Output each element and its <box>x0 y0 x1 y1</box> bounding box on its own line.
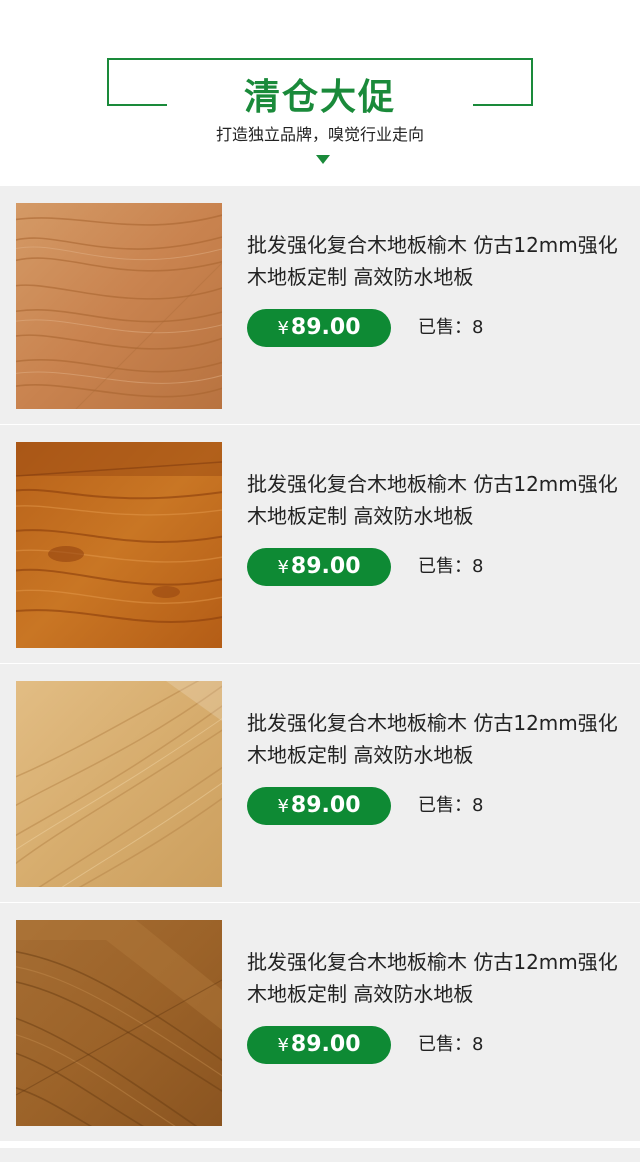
sold-value: 8 <box>472 1034 484 1055</box>
currency-symbol: ¥ <box>277 318 289 339</box>
product-name[interactable]: 批发强化复合木地板榆木 仿古12mm强化木地板定制 高效防水地板 <box>247 468 619 532</box>
price-value: 89.00 <box>290 1032 361 1057</box>
sold-count: 已售：8 <box>418 1030 483 1060</box>
section-subtitle: 打造独立品牌，嗅觉行业走向 <box>215 125 424 144</box>
product-card[interactable]: 批发强化复合木地板榆木 仿古12mm强化木地板定制 高效防水地板 ¥89.00 … <box>0 903 640 1141</box>
sold-label: 已售： <box>418 556 472 577</box>
sold-label: 已售： <box>418 317 472 338</box>
sold-value: 8 <box>472 795 484 816</box>
section-header: 清仓大促 打造独立品牌，嗅觉行业走向 <box>0 0 640 186</box>
product-image[interactable] <box>16 681 222 887</box>
sold-value: 8 <box>472 317 484 338</box>
currency-symbol: ¥ <box>277 1035 289 1056</box>
price-button[interactable]: ¥89.00 <box>247 309 391 347</box>
sold-value: 8 <box>472 556 484 577</box>
title-frame-top <box>107 58 533 60</box>
price-button[interactable]: ¥89.00 <box>247 1026 391 1064</box>
down-arrow-icon <box>316 155 330 164</box>
price-button[interactable]: ¥89.00 <box>247 787 391 825</box>
product-card[interactable]: 批发强化复合木地板榆木 仿古12mm强化木地板定制 高效防水地板 ¥89.00 … <box>0 425 640 663</box>
product-name[interactable]: 批发强化复合木地板榆木 仿古12mm强化木地板定制 高效防水地板 <box>247 707 619 771</box>
wood-floor-image-elm <box>16 442 222 648</box>
next-card-edge <box>0 1148 640 1162</box>
product-image[interactable] <box>16 442 222 648</box>
product-card[interactable]: 批发强化复合木地板榆木 仿古12mm强化木地板定制 高效防水地板 ¥89.00 … <box>0 186 640 424</box>
product-name[interactable]: 批发强化复合木地板榆木 仿古12mm强化木地板定制 高效防水地板 <box>247 946 619 1010</box>
sold-label: 已售： <box>418 1034 472 1055</box>
price-value: 89.00 <box>290 554 361 579</box>
section-title: 清仓大促 <box>243 77 396 118</box>
sold-label: 已售： <box>418 795 472 816</box>
wood-floor-image-dark-oak <box>16 920 222 1126</box>
currency-symbol: ¥ <box>277 796 289 817</box>
wood-floor-image-oak <box>16 203 222 409</box>
price-button[interactable]: ¥89.00 <box>247 548 391 586</box>
product-name[interactable]: 批发强化复合木地板榆木 仿古12mm强化木地板定制 高效防水地板 <box>247 229 619 293</box>
wood-floor-image-light-oak <box>16 681 222 887</box>
product-image[interactable] <box>16 920 222 1126</box>
price-value: 89.00 <box>290 793 361 818</box>
sold-count: 已售：8 <box>418 552 483 582</box>
sold-count: 已售：8 <box>418 313 483 343</box>
price-value: 89.00 <box>290 315 361 340</box>
product-image[interactable] <box>16 203 222 409</box>
currency-symbol: ¥ <box>277 557 289 578</box>
product-card[interactable]: 批发强化复合木地板榆木 仿古12mm强化木地板定制 高效防水地板 ¥89.00 … <box>0 664 640 902</box>
sold-count: 已售：8 <box>418 791 483 821</box>
product-list: 批发强化复合木地板榆木 仿古12mm强化木地板定制 高效防水地板 ¥89.00 … <box>0 186 640 1162</box>
